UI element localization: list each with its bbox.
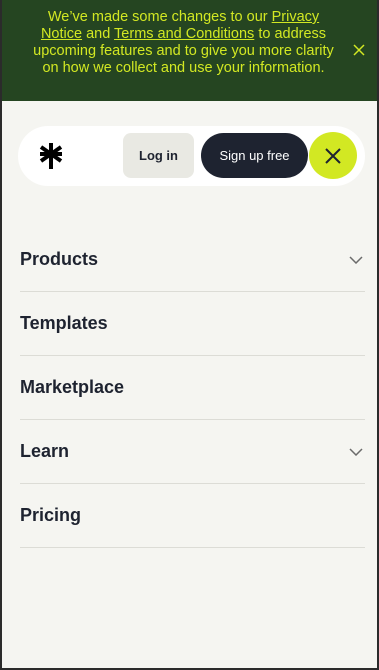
banner-close-icon[interactable] (351, 42, 367, 58)
cookie-notice-banner: We’ve made some changes to our Privacy N… (2, 0, 377, 101)
chevron-down-icon (349, 447, 363, 456)
asterisk-logo-icon[interactable] (38, 141, 64, 171)
menu-item-label: Marketplace (20, 377, 125, 397)
menu-item-products[interactable]: Products (20, 228, 365, 292)
banner-text-2: and (82, 26, 115, 42)
menu-item-label: Templates (20, 313, 108, 333)
menu-item-learn[interactable]: Learn (20, 420, 365, 484)
menu-item-label: Pricing (20, 505, 82, 525)
login-button[interactable]: Log in (123, 133, 194, 178)
menu-item-marketplace[interactable]: Marketplace (20, 356, 365, 420)
main-menu: Products Templates Marketplace Learn Pri… (20, 228, 365, 548)
menu-item-label: Learn (20, 441, 70, 461)
menu-item-templates[interactable]: Templates (20, 292, 365, 356)
menu-close-button[interactable] (309, 132, 357, 179)
close-icon (325, 147, 341, 164)
chevron-down-icon (349, 255, 363, 264)
menu-item-label: Products (20, 249, 99, 269)
signup-button[interactable]: Sign up free (201, 133, 308, 178)
menu-item-pricing[interactable]: Pricing (20, 484, 365, 548)
terms-link[interactable]: Terms and Conditions (114, 26, 254, 42)
banner-text-1: We’ve made some changes to our (47, 9, 272, 25)
